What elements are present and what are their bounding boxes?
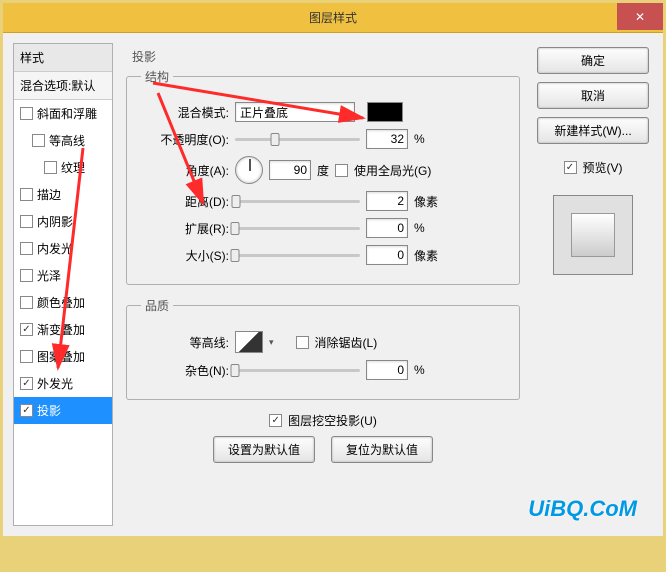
style-item-label: 纹理: [61, 159, 85, 176]
style-item-4[interactable]: 内阴影: [14, 208, 112, 235]
opacity-label: 不透明度(O):: [141, 131, 229, 148]
distance-slider[interactable]: [235, 200, 360, 203]
close-icon: ✕: [635, 10, 645, 24]
style-item-label: 颜色叠加: [37, 294, 85, 311]
preview-swatch: [553, 195, 633, 275]
blend-mode-label: 混合模式:: [141, 104, 229, 121]
shadow-color-swatch[interactable]: [367, 102, 403, 122]
preview-checkbox[interactable]: [564, 161, 577, 174]
style-item-checkbox[interactable]: [32, 134, 45, 147]
size-unit: 像素: [414, 247, 444, 264]
chevron-down-icon[interactable]: ▾: [269, 337, 274, 348]
style-item-checkbox[interactable]: [20, 323, 33, 336]
style-item-11[interactable]: 投影: [14, 397, 112, 424]
ok-button[interactable]: 确定: [537, 47, 649, 74]
style-item-label: 等高线: [49, 132, 85, 149]
spread-input[interactable]: [366, 218, 408, 238]
quality-fieldset: 品质 等高线: ▾ 消除锯齿(L) 杂色(N): %: [126, 297, 520, 400]
new-style-button[interactable]: 新建样式(W)...: [537, 117, 649, 144]
distance-input[interactable]: [366, 191, 408, 211]
antialias-checkbox[interactable]: [296, 336, 309, 349]
right-panel: 确定 取消 新建样式(W)... 预览(V): [533, 43, 653, 526]
style-item-checkbox[interactable]: [20, 377, 33, 390]
global-light-label: 使用全局光(G): [354, 162, 431, 179]
antialias-label: 消除锯齿(L): [315, 334, 378, 351]
style-item-9[interactable]: 图案叠加: [14, 343, 112, 370]
structure-fieldset: 结构 混合模式: 正片叠底 ▾ 不透明度(O): % 角度(A):: [126, 68, 520, 285]
style-item-label: 内发光: [37, 240, 73, 257]
preview-inner: [571, 213, 615, 257]
contour-picker[interactable]: [235, 331, 263, 353]
watermark: UiBQ.CoM: [528, 496, 637, 522]
spread-label: 扩展(R):: [141, 220, 229, 237]
style-item-7[interactable]: 颜色叠加: [14, 289, 112, 316]
opacity-unit: %: [414, 132, 444, 146]
knockout-checkbox[interactable]: [269, 414, 282, 427]
size-slider[interactable]: [235, 254, 360, 257]
angle-deg: 度: [317, 162, 329, 179]
blend-mode-select[interactable]: 正片叠底 ▾: [235, 102, 355, 122]
style-item-label: 斜面和浮雕: [37, 105, 97, 122]
make-default-button[interactable]: 设置为默认值: [213, 436, 315, 463]
noise-label: 杂色(N):: [141, 362, 229, 379]
cancel-button[interactable]: 取消: [537, 82, 649, 109]
style-item-3[interactable]: 描边: [14, 181, 112, 208]
contour-label: 等高线:: [141, 334, 229, 351]
style-item-checkbox[interactable]: [20, 188, 33, 201]
angle-dial[interactable]: [235, 156, 263, 184]
noise-slider[interactable]: [235, 369, 360, 372]
styles-header: 样式: [14, 44, 112, 72]
global-light-checkbox[interactable]: [335, 164, 348, 177]
angle-label: 角度(A):: [141, 162, 229, 179]
style-item-label: 渐变叠加: [37, 321, 85, 338]
noise-unit: %: [414, 363, 444, 377]
section-dropshadow: 投影: [132, 48, 520, 65]
style-item-checkbox[interactable]: [20, 296, 33, 309]
opacity-slider[interactable]: [235, 138, 360, 141]
style-item-checkbox[interactable]: [20, 107, 33, 120]
style-item-label: 图案叠加: [37, 348, 85, 365]
close-button[interactable]: ✕: [617, 3, 663, 30]
style-item-5[interactable]: 内发光: [14, 235, 112, 262]
chevron-down-icon: ▾: [345, 107, 350, 118]
reset-default-button[interactable]: 复位为默认值: [331, 436, 433, 463]
noise-input[interactable]: [366, 360, 408, 380]
style-item-checkbox[interactable]: [20, 350, 33, 363]
style-item-2[interactable]: 纹理: [14, 154, 112, 181]
spread-slider[interactable]: [235, 227, 360, 230]
title-bar: 图层样式 ✕: [3, 3, 663, 33]
style-item-checkbox[interactable]: [20, 242, 33, 255]
style-item-checkbox[interactable]: [44, 161, 57, 174]
style-item-0[interactable]: 斜面和浮雕: [14, 100, 112, 127]
structure-legend: 结构: [141, 68, 173, 85]
style-item-label: 描边: [37, 186, 61, 203]
style-item-6[interactable]: 光泽: [14, 262, 112, 289]
settings-panel: 投影 结构 混合模式: 正片叠底 ▾ 不透明度(O): %: [121, 43, 525, 526]
preview-label: 预览(V): [583, 159, 623, 176]
style-item-checkbox[interactable]: [20, 269, 33, 282]
style-item-checkbox[interactable]: [20, 404, 33, 417]
style-item-label: 光泽: [37, 267, 61, 284]
distance-unit: 像素: [414, 193, 444, 210]
window-title: 图层样式: [309, 9, 357, 26]
opacity-input[interactable]: [366, 129, 408, 149]
angle-input[interactable]: [269, 160, 311, 180]
style-item-checkbox[interactable]: [20, 215, 33, 228]
style-item-label: 投影: [37, 402, 61, 419]
size-input[interactable]: [366, 245, 408, 265]
quality-legend: 品质: [141, 297, 173, 314]
style-item-8[interactable]: 渐变叠加: [14, 316, 112, 343]
blend-options-default[interactable]: 混合选项:默认: [14, 72, 112, 100]
style-item-label: 内阴影: [37, 213, 73, 230]
knockout-label: 图层挖空投影(U): [288, 412, 377, 429]
style-item-label: 外发光: [37, 375, 73, 392]
spread-unit: %: [414, 221, 444, 235]
style-item-10[interactable]: 外发光: [14, 370, 112, 397]
size-label: 大小(S):: [141, 247, 229, 264]
style-item-1[interactable]: 等高线: [14, 127, 112, 154]
distance-label: 距离(D):: [141, 193, 229, 210]
styles-panel: 样式 混合选项:默认 斜面和浮雕等高线纹理描边内阴影内发光光泽颜色叠加渐变叠加图…: [13, 43, 113, 526]
